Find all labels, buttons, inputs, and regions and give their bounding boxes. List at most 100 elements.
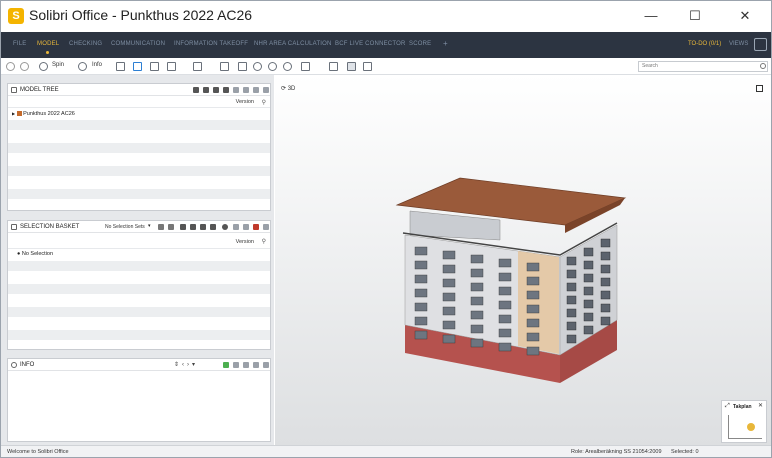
panel-minimize-icon[interactable]: [233, 224, 239, 230]
zoom-window-icon[interactable]: [283, 62, 292, 71]
basket-tool-icon[interactable]: [200, 224, 206, 230]
window-pane: [600, 277, 611, 287]
window-pane: [526, 276, 540, 286]
window-pane: [526, 262, 540, 272]
maximize-button[interactable]: ☐: [685, 9, 705, 23]
zoom-out-icon[interactable]: [268, 62, 277, 71]
pan-icon[interactable]: [301, 62, 310, 71]
visibility-icon[interactable]: [167, 62, 176, 71]
basket-tool-icon[interactable]: [180, 224, 186, 230]
tab-file[interactable]: FILE: [13, 41, 26, 47]
window-pane: [498, 258, 512, 268]
panel-restore-icon[interactable]: [243, 87, 249, 93]
hide-icon[interactable]: [150, 62, 159, 71]
expand-minimap-icon[interactable]: ⤢: [725, 403, 730, 410]
tab-information-takeoff[interactable]: INFORMATION TAKEOFF: [174, 41, 248, 47]
layers-icon[interactable]: [363, 62, 372, 71]
panel-maximize-icon[interactable]: [263, 362, 269, 368]
window-pane: [498, 328, 512, 338]
walk-icon[interactable]: [347, 62, 356, 71]
cube-view-icon[interactable]: [193, 62, 202, 71]
section-box-icon[interactable]: [220, 62, 229, 71]
window-pane: [470, 268, 484, 278]
building-model[interactable]: [275, 75, 771, 445]
close-button[interactable]: ✕: [735, 9, 755, 23]
tree-row[interactable]: ▶ Punkthus 2022 AC26: [8, 108, 270, 120]
panel-minimize-icon[interactable]: [233, 362, 239, 368]
window-layout-icon[interactable]: [754, 38, 767, 51]
expand-arrow-icon[interactable]: ▶: [12, 111, 15, 116]
basket-row: [8, 295, 270, 307]
tree-row: [8, 142, 270, 154]
window-pane: [470, 338, 484, 348]
attachment-icon: ⚲: [261, 239, 266, 245]
floor-plan-minimap[interactable]: ⤢ Takplan ✕: [721, 400, 767, 443]
window-pane: [470, 282, 484, 292]
isolate-icon[interactable]: [133, 62, 142, 71]
tab-nhr-area-calculation[interactable]: NHR AREA CALCULATION: [254, 41, 332, 47]
tree-filter-icon[interactable]: [193, 87, 199, 93]
spin-icon[interactable]: [39, 62, 48, 71]
window-pane: [583, 286, 594, 296]
close-minimap-icon[interactable]: ✕: [758, 402, 763, 409]
version-column[interactable]: Version: [236, 99, 254, 105]
remove-set-icon[interactable]: [168, 224, 174, 230]
tree-settings-icon[interactable]: [223, 87, 229, 93]
panel-restore-icon[interactable]: [243, 362, 249, 368]
tree-expand-icon[interactable]: [213, 87, 219, 93]
todo-counter[interactable]: TO-DO (0/1): [688, 41, 721, 47]
info-panel-icon: [11, 362, 17, 368]
clear-icon[interactable]: [222, 224, 228, 230]
tab-model[interactable]: MODEL: [37, 41, 59, 54]
spin-label[interactable]: Spin: [52, 62, 64, 68]
measure-icon[interactable]: [329, 62, 338, 71]
fit-icon[interactable]: [238, 62, 247, 71]
info-navigation-icon[interactable]: ⇕‹›▾: [174, 361, 198, 368]
info-icon[interactable]: [78, 62, 87, 71]
model-tree-panel: MODEL TREE Version ⚲ ▶ Punkthus 2022 AC2…: [7, 83, 271, 211]
tree-sort-icon[interactable]: [203, 87, 209, 93]
selection-sets-dropdown[interactable]: No Selection Sets: [105, 224, 145, 230]
search-input[interactable]: Search: [638, 61, 768, 72]
window-pane: [583, 325, 594, 335]
window-pane: [442, 250, 456, 260]
tab-communication[interactable]: COMMUNICATION: [111, 41, 165, 47]
search-icon[interactable]: [760, 63, 766, 69]
info-label[interactable]: Info: [92, 62, 102, 68]
3d-viewport[interactable]: ⟳ 3D ⤢ Takplan ✕: [275, 75, 771, 445]
panel-minimize-icon[interactable]: [233, 87, 239, 93]
zoom-in-icon[interactable]: [253, 62, 262, 71]
tree-item-label[interactable]: Punkthus 2022 AC26: [23, 111, 75, 117]
add-tab-button[interactable]: +: [443, 39, 448, 48]
add-set-icon[interactable]: [158, 224, 164, 230]
panel-restore-icon[interactable]: [243, 224, 249, 230]
window-pane: [583, 260, 594, 270]
basket-row: [8, 318, 270, 330]
panel-float-icon[interactable]: [253, 224, 259, 230]
info-status-icon[interactable]: [223, 362, 229, 368]
basket-icon: [11, 224, 17, 230]
basket-row[interactable]: ● No Selection: [8, 249, 270, 261]
select-components-icon[interactable]: [116, 62, 125, 71]
window-pane: [583, 247, 594, 257]
panel-maximize-icon[interactable]: [263, 87, 269, 93]
panel-float-icon[interactable]: [253, 87, 259, 93]
panel-maximize-icon[interactable]: [263, 224, 269, 230]
tab-bcf-live-connector[interactable]: BCF LIVE CONNECTOR: [335, 41, 406, 47]
tab-score[interactable]: SCORE: [409, 41, 431, 47]
views-menu[interactable]: VIEWS: [729, 41, 748, 47]
version-column[interactable]: Version: [236, 239, 254, 245]
panel-float-icon[interactable]: [253, 362, 259, 368]
status-bar: Welcome to Solibri Office Role: Arealber…: [1, 445, 771, 457]
redo-icon[interactable]: [20, 62, 29, 71]
camera-position-icon[interactable]: [747, 423, 755, 431]
undo-icon[interactable]: [6, 62, 15, 71]
window-pane: [442, 292, 456, 302]
basket-tool-icon[interactable]: [190, 224, 196, 230]
window-pane: [498, 342, 512, 352]
basket-tool-icon[interactable]: [210, 224, 216, 230]
dropdown-arrow-icon[interactable]: ▾: [148, 223, 151, 229]
tab-checking[interactable]: CHECKING: [69, 41, 102, 47]
minimize-button[interactable]: —: [641, 9, 661, 23]
app-window: S Solibri Office - Punkthus 2022 AC26 — …: [0, 0, 772, 458]
